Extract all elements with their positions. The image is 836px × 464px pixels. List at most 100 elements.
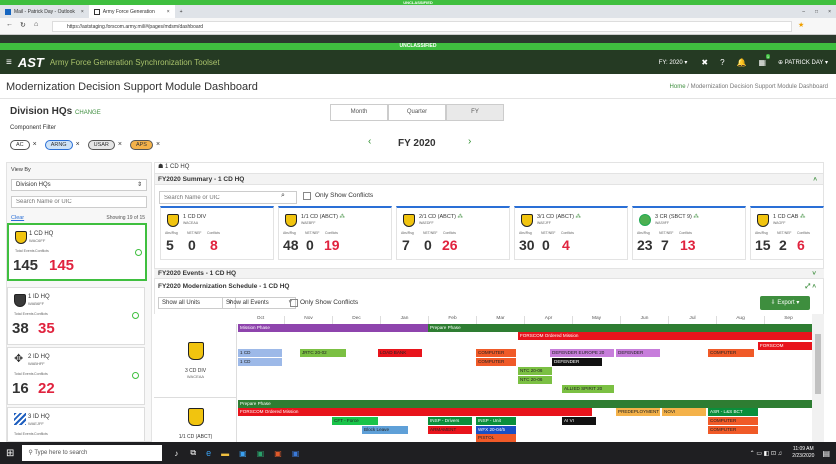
close-icon[interactable]: ×: [823, 5, 836, 18]
summary-search-input[interactable]: [159, 191, 297, 204]
chip-usar[interactable]: USAR: [87, 140, 115, 150]
gantt-bar[interactable]: NOVI: [662, 408, 706, 416]
gantt-bar[interactable]: COMPUTER: [476, 358, 516, 366]
back-icon[interactable]: ←: [6, 21, 13, 28]
gantt-bar[interactable]: WFX 20-04/5: [476, 426, 516, 434]
view-by-select[interactable]: Division HQs ⇕: [11, 179, 147, 191]
explorer-icon[interactable]: ▬: [221, 449, 229, 458]
show-events-select[interactable]: Show all Events ˅: [222, 297, 296, 309]
select-radio[interactable]: [132, 312, 139, 319]
gantt-bar[interactable]: NTC 20-06: [518, 367, 552, 375]
summary-card[interactable]: 2/1 CD (ABCT) ⁂ WAEDFF Abs/Rsg NET/NEF C…: [396, 206, 510, 260]
user-menu[interactable]: ⊕ PATRICK DAY ▾: [778, 59, 828, 66]
gantt-bar[interactable]: DEFENDER: [552, 358, 602, 366]
gantt-bar[interactable]: COMPUTER: [708, 417, 758, 425]
gantt-bar[interactable]: COMPUTER: [708, 349, 754, 357]
gantt-bar-forscom-mission-2[interactable]: FORSCOM Ordered Mission: [238, 408, 592, 416]
fy-selector[interactable]: FY: 2020 ▾: [659, 59, 688, 66]
minimize-icon[interactable]: –: [797, 5, 810, 18]
gantt-bar[interactable]: INSP - Unit: [476, 417, 516, 425]
prev-year-chevron-icon[interactable]: ‹: [368, 136, 371, 147]
summary-card[interactable]: 1/1 CD (ABCT) ⁂ WAEBFF Abs/Rsg NET/NEF C…: [278, 206, 392, 260]
select-radio[interactable]: [132, 372, 139, 379]
period-quarter[interactable]: Quarter: [388, 104, 446, 121]
only-conflicts-checkbox[interactable]: [303, 192, 311, 200]
period-month[interactable]: Month: [330, 104, 388, 121]
hierarchy-icon[interactable]: ⁂: [458, 214, 464, 220]
scrollbar-thumb[interactable]: [815, 334, 821, 394]
summary-card[interactable]: 3/1 CD (ABCT) ⁂ WAEJFF Abs/Rsg NET/NEF C…: [514, 206, 628, 260]
gantt-bar[interactable]: NTC 20-06: [518, 376, 552, 384]
favorite-star-icon[interactable]: ★: [798, 21, 804, 29]
clear-link[interactable]: Clear: [11, 215, 24, 221]
tools-icon[interactable]: ✖: [701, 58, 708, 67]
gantt-bar[interactable]: PISTOL: [476, 434, 516, 442]
home-icon[interactable]: ⌂: [34, 21, 38, 28]
next-year-chevron-icon[interactable]: ›: [468, 136, 471, 147]
notification-center-icon[interactable]: ▤: [822, 449, 830, 458]
hierarchy-icon[interactable]: ⁂: [800, 214, 806, 220]
events-header[interactable]: FY2020 Events - 1 CD HQ ˅: [154, 268, 824, 279]
browser-tab-afg[interactable]: Army Force Generation ×: [88, 5, 175, 18]
gantt-bar[interactable]: JRTC 20-02: [300, 349, 346, 357]
change-link[interactable]: CHANGE: [75, 110, 101, 116]
hierarchy-icon[interactable]: ⁂: [693, 214, 699, 220]
summary-header[interactable]: FY2020 Summary - 1 CD HQ ˄: [155, 173, 823, 185]
taskbar-search-input[interactable]: ⚲ Type here to search: [22, 445, 163, 461]
search-icon[interactable]: ⌕: [281, 192, 285, 200]
store-icon[interactable]: ▣: [239, 449, 247, 458]
remove-chip-icon[interactable]: ×: [33, 141, 37, 148]
chip-arng[interactable]: ARNG: [44, 140, 73, 150]
gantt-bar-forscom[interactable]: FORSCOM: [758, 342, 812, 350]
sidebar-search-input[interactable]: [11, 196, 147, 208]
only-conflicts-schedule-checkbox[interactable]: [290, 299, 298, 307]
gantt-bar[interactable]: 1 CD: [238, 358, 282, 366]
gantt-bar[interactable]: 1 CD: [238, 349, 282, 357]
remove-chip-icon[interactable]: ×: [156, 141, 160, 148]
unit-card[interactable]: 1 ID HQ WAB6FF Total Events Conflicts 38…: [7, 287, 145, 345]
edge-icon[interactable]: e: [206, 448, 211, 458]
windows-start-icon[interactable]: ⊞: [6, 448, 14, 459]
export-button[interactable]: ⇩ Export ▾: [760, 296, 810, 310]
new-tab-button[interactable]: +: [175, 5, 188, 18]
hierarchy-icon[interactable]: ⁂: [340, 214, 346, 220]
summary-card[interactable]: 1 CD CAB ⁂ WAGFF Abs/Rsg NET/NEF Conflic…: [750, 206, 824, 260]
fullscreen-icon[interactable]: ⤢ ˄: [805, 282, 816, 292]
remove-chip-icon[interactable]: ×: [76, 141, 80, 148]
gantt-bar[interactable]: INSP - Drivers: [428, 417, 472, 425]
gantt-bar[interactable]: AI VI: [562, 417, 596, 425]
gantt-bar[interactable]: LOAD BANK: [378, 349, 422, 357]
gantt-bar[interactable]: PREDEPLOYMENT: [616, 408, 660, 416]
browser-tab-outlook[interactable]: Mail - Patrick Day - Outlook ×: [0, 5, 89, 18]
chip-ac[interactable]: AC: [10, 140, 30, 150]
gantt-bar[interactable]: DEFENDER: [616, 349, 660, 357]
gantt-bar[interactable]: ARMAMENT: [428, 426, 472, 434]
help-icon[interactable]: ?: [720, 58, 724, 67]
collapse-chevron-icon[interactable]: ˄: [813, 174, 817, 185]
apps-icon[interactable]: ▦ 1: [758, 53, 771, 67]
gantt-bar[interactable]: ALLIED SPIRIT 20: [562, 385, 614, 393]
gantt-bar[interactable]: CFT - Force: [332, 417, 378, 425]
select-radio[interactable]: [135, 249, 142, 256]
gantt-bar-prepare-phase[interactable]: Prepare Phase: [428, 324, 812, 332]
gantt-bar[interactable]: COMPUTER: [476, 349, 516, 357]
powerpoint-icon[interactable]: ▣: [274, 449, 282, 458]
gantt-bar-prepare-phase-2[interactable]: Prepare Phase: [238, 400, 812, 408]
unit-card[interactable]: 3 ID HQ WAEJFF Total Events Conflicts 77…: [7, 407, 145, 441]
gantt-bar[interactable]: DEFENDER EUROPE 20: [550, 349, 614, 357]
remove-chip-icon[interactable]: ×: [118, 141, 122, 148]
unit-card[interactable]: ✥ 2 ID HQ WABHFF Total Events Conflicts …: [7, 347, 145, 405]
gantt-bar[interactable]: COMPUTER: [708, 426, 758, 434]
menu-icon[interactable]: ≡: [6, 57, 12, 68]
app-logo[interactable]: AST: [18, 55, 44, 70]
gantt-bar[interactable]: ASR - L&S BCT: [708, 408, 758, 416]
hierarchy-icon[interactable]: ⁂: [576, 214, 582, 220]
chip-aps[interactable]: APS: [129, 140, 153, 150]
system-tray-icons[interactable]: ⌃ ▭ ◧ ⊡ ♫: [750, 450, 783, 457]
excel-icon[interactable]: ▣: [257, 449, 265, 458]
maximize-icon[interactable]: □: [810, 5, 823, 18]
bell-icon[interactable]: 🔔: [737, 58, 747, 67]
gantt-bar-mission-phase[interactable]: Mission Phase: [238, 324, 428, 332]
breadcrumb-home[interactable]: Home: [670, 84, 686, 90]
period-fy[interactable]: FY: [446, 104, 504, 121]
